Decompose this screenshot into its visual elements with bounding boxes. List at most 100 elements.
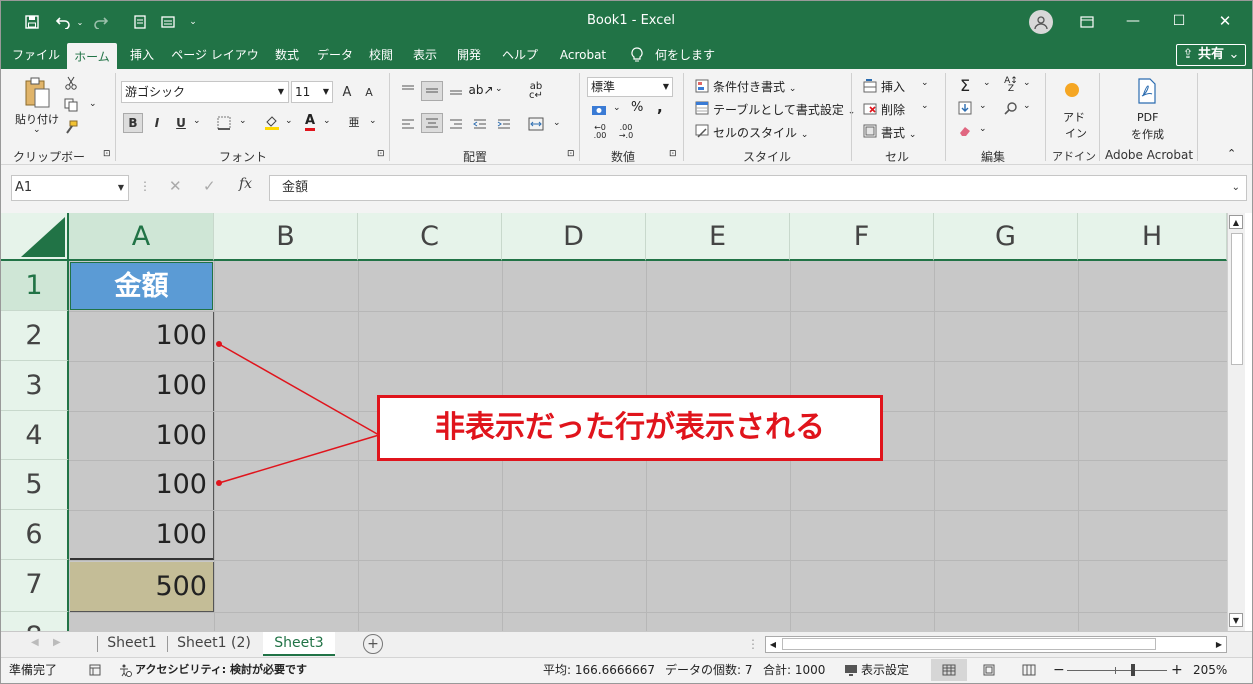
number-format-select[interactable]: 標準 ▼: [587, 77, 673, 97]
sheet-tab-sheet1[interactable]: Sheet1: [101, 632, 163, 656]
fill-color-icon[interactable]: [263, 113, 281, 131]
undo-icon[interactable]: [53, 13, 73, 31]
form-icon[interactable]: [159, 13, 177, 31]
zoom-slider[interactable]: [1067, 670, 1167, 671]
create-pdf-icon[interactable]: [1135, 77, 1159, 105]
align-right-icon[interactable]: [447, 115, 465, 133]
copy-dropdown-icon[interactable]: ⌄: [89, 99, 97, 109]
formula-input[interactable]: 金額 ⌄: [269, 175, 1247, 201]
font-size-select[interactable]: 11 ▼: [291, 81, 333, 103]
fill-icon[interactable]: [955, 99, 975, 117]
tab-page-layout[interactable]: ページ レイアウト: [167, 41, 263, 90]
share-button[interactable]: ⇪ 共有 ⌄: [1176, 44, 1246, 66]
scroll-up-icon[interactable]: ▲: [1229, 215, 1243, 229]
insert-function-button[interactable]: fx: [239, 176, 252, 192]
paste-dropdown-icon[interactable]: ⌄: [33, 125, 41, 135]
font-launcher-icon[interactable]: ⊡: [377, 149, 385, 159]
undo-dropdown-icon[interactable]: ⌄: [75, 13, 85, 31]
delete-cells-button[interactable]: 削除: [881, 101, 905, 118]
shrink-font-button[interactable]: A: [359, 82, 379, 102]
font-color-dropdown-icon[interactable]: ⌄: [323, 116, 331, 126]
scroll-left-icon[interactable]: ◀: [766, 637, 780, 652]
underline-button[interactable]: U: [171, 113, 191, 133]
copy-icon[interactable]: [63, 97, 79, 113]
zoom-slider-thumb[interactable]: [1131, 664, 1135, 676]
scroll-right-icon[interactable]: ▶: [1212, 637, 1226, 652]
tab-formulas[interactable]: 数式: [269, 41, 305, 69]
delete-dropdown-icon[interactable]: ⌄: [921, 101, 929, 111]
autosum-dropdown-icon[interactable]: ⌄: [983, 78, 991, 88]
collapse-ribbon-icon[interactable]: ⌃: [1227, 147, 1236, 160]
insert-dropdown-icon[interactable]: ⌄: [921, 78, 929, 88]
grow-font-button[interactable]: A: [337, 82, 357, 102]
phonetic-guide-icon[interactable]: 亜: [345, 113, 363, 131]
fill-dropdown-icon[interactable]: ⌄: [979, 101, 987, 111]
close-button[interactable]: ✕: [1213, 11, 1237, 31]
zoom-level[interactable]: 205%: [1193, 658, 1227, 682]
fill-color-dropdown-icon[interactable]: ⌄: [285, 116, 293, 126]
sort-filter-dropdown-icon[interactable]: ⌄: [1023, 78, 1031, 88]
borders-dropdown-icon[interactable]: ⌄: [239, 116, 247, 126]
paste-icon[interactable]: [21, 75, 53, 111]
tab-insert[interactable]: 挿入: [123, 41, 161, 69]
format-cells-icon[interactable]: [861, 122, 879, 140]
print-preview-icon[interactable]: [131, 13, 149, 31]
clipboard-launcher-icon[interactable]: ⊡: [103, 149, 111, 159]
horizontal-scroll-thumb[interactable]: [782, 638, 1156, 650]
tab-developer[interactable]: 開発: [451, 41, 487, 69]
create-pdf-line2[interactable]: を作成: [1131, 126, 1164, 142]
decrease-indent-icon[interactable]: [471, 115, 489, 133]
tell-me-search[interactable]: 何をしますか: [655, 41, 725, 90]
delete-cells-icon[interactable]: [861, 99, 879, 117]
find-select-icon[interactable]: [1001, 99, 1021, 117]
minimize-button[interactable]: —: [1121, 11, 1145, 31]
font-color-button[interactable]: A: [301, 113, 319, 131]
customize-toolbar-icon[interactable]: ⌄: [187, 13, 199, 31]
align-center-icon[interactable]: [421, 113, 443, 133]
orientation-icon[interactable]: ab↗: [468, 81, 493, 99]
page-layout-view-icon[interactable]: [977, 659, 1001, 681]
clear-dropdown-icon[interactable]: ⌄: [979, 124, 987, 134]
tab-home[interactable]: ホーム: [67, 43, 117, 69]
clear-icon[interactable]: [955, 122, 975, 140]
sort-filter-icon[interactable]: A↕ Z: [1001, 75, 1021, 95]
accounting-format-icon[interactable]: [589, 101, 611, 119]
orientation-dropdown-icon[interactable]: ⌄: [495, 84, 503, 94]
autosum-icon[interactable]: Σ: [955, 75, 975, 95]
vertical-scrollbar[interactable]: ▲ ▼: [1227, 213, 1245, 631]
conditional-formatting-button[interactable]: 条件付き書式 ⌄: [713, 78, 796, 95]
add-ins-button-line2[interactable]: イン: [1065, 125, 1087, 141]
normal-view-icon[interactable]: [931, 659, 967, 681]
merge-center-icon[interactable]: [527, 115, 545, 133]
format-as-table-button[interactable]: テーブルとして書式設定 ⌄: [713, 101, 855, 118]
wrap-text-icon[interactable]: ab c↵: [525, 81, 547, 101]
italic-button[interactable]: I: [147, 113, 167, 133]
align-bottom-icon[interactable]: [447, 81, 465, 99]
phonetic-dropdown-icon[interactable]: ⌄: [369, 116, 377, 126]
insert-cells-button[interactable]: 挿入: [881, 78, 905, 95]
redo-icon[interactable]: [91, 13, 111, 31]
sheet-tab-sheet1-2[interactable]: Sheet1 (2): [171, 632, 257, 656]
zoom-out-button[interactable]: −: [1053, 658, 1065, 682]
find-dropdown-icon[interactable]: ⌄: [1023, 101, 1031, 111]
name-box[interactable]: A1 ▼: [11, 175, 129, 201]
cancel-entry-icon[interactable]: ✕: [169, 177, 182, 195]
save-icon[interactable]: [23, 13, 41, 31]
merge-dropdown-icon[interactable]: ⌄: [553, 118, 561, 128]
account-avatar[interactable]: [1029, 10, 1053, 34]
tab-review[interactable]: 校閲: [363, 41, 399, 69]
accounting-dropdown-icon[interactable]: ⌄: [613, 103, 621, 113]
accessibility-status[interactable]: アクセシビリティ: 検討が必要です: [135, 658, 307, 682]
prev-sheet-icon[interactable]: ◀: [31, 637, 39, 648]
decrease-decimal-icon[interactable]: .00 →.0: [615, 123, 637, 141]
insert-cells-icon[interactable]: [861, 77, 879, 95]
number-launcher-icon[interactable]: ⊡: [669, 149, 677, 159]
format-painter-icon[interactable]: [63, 119, 79, 135]
zoom-in-button[interactable]: +: [1171, 658, 1183, 682]
tab-view[interactable]: 表示: [407, 41, 443, 69]
horizontal-scrollbar[interactable]: ◀ ▶: [765, 636, 1227, 653]
format-cells-button[interactable]: 書式 ⌄: [881, 124, 916, 141]
display-settings-button[interactable]: 表示設定: [861, 658, 909, 682]
tab-splitter-icon[interactable]: ⋮: [747, 637, 759, 651]
ribbon-display-options-icon[interactable]: [1077, 12, 1097, 32]
